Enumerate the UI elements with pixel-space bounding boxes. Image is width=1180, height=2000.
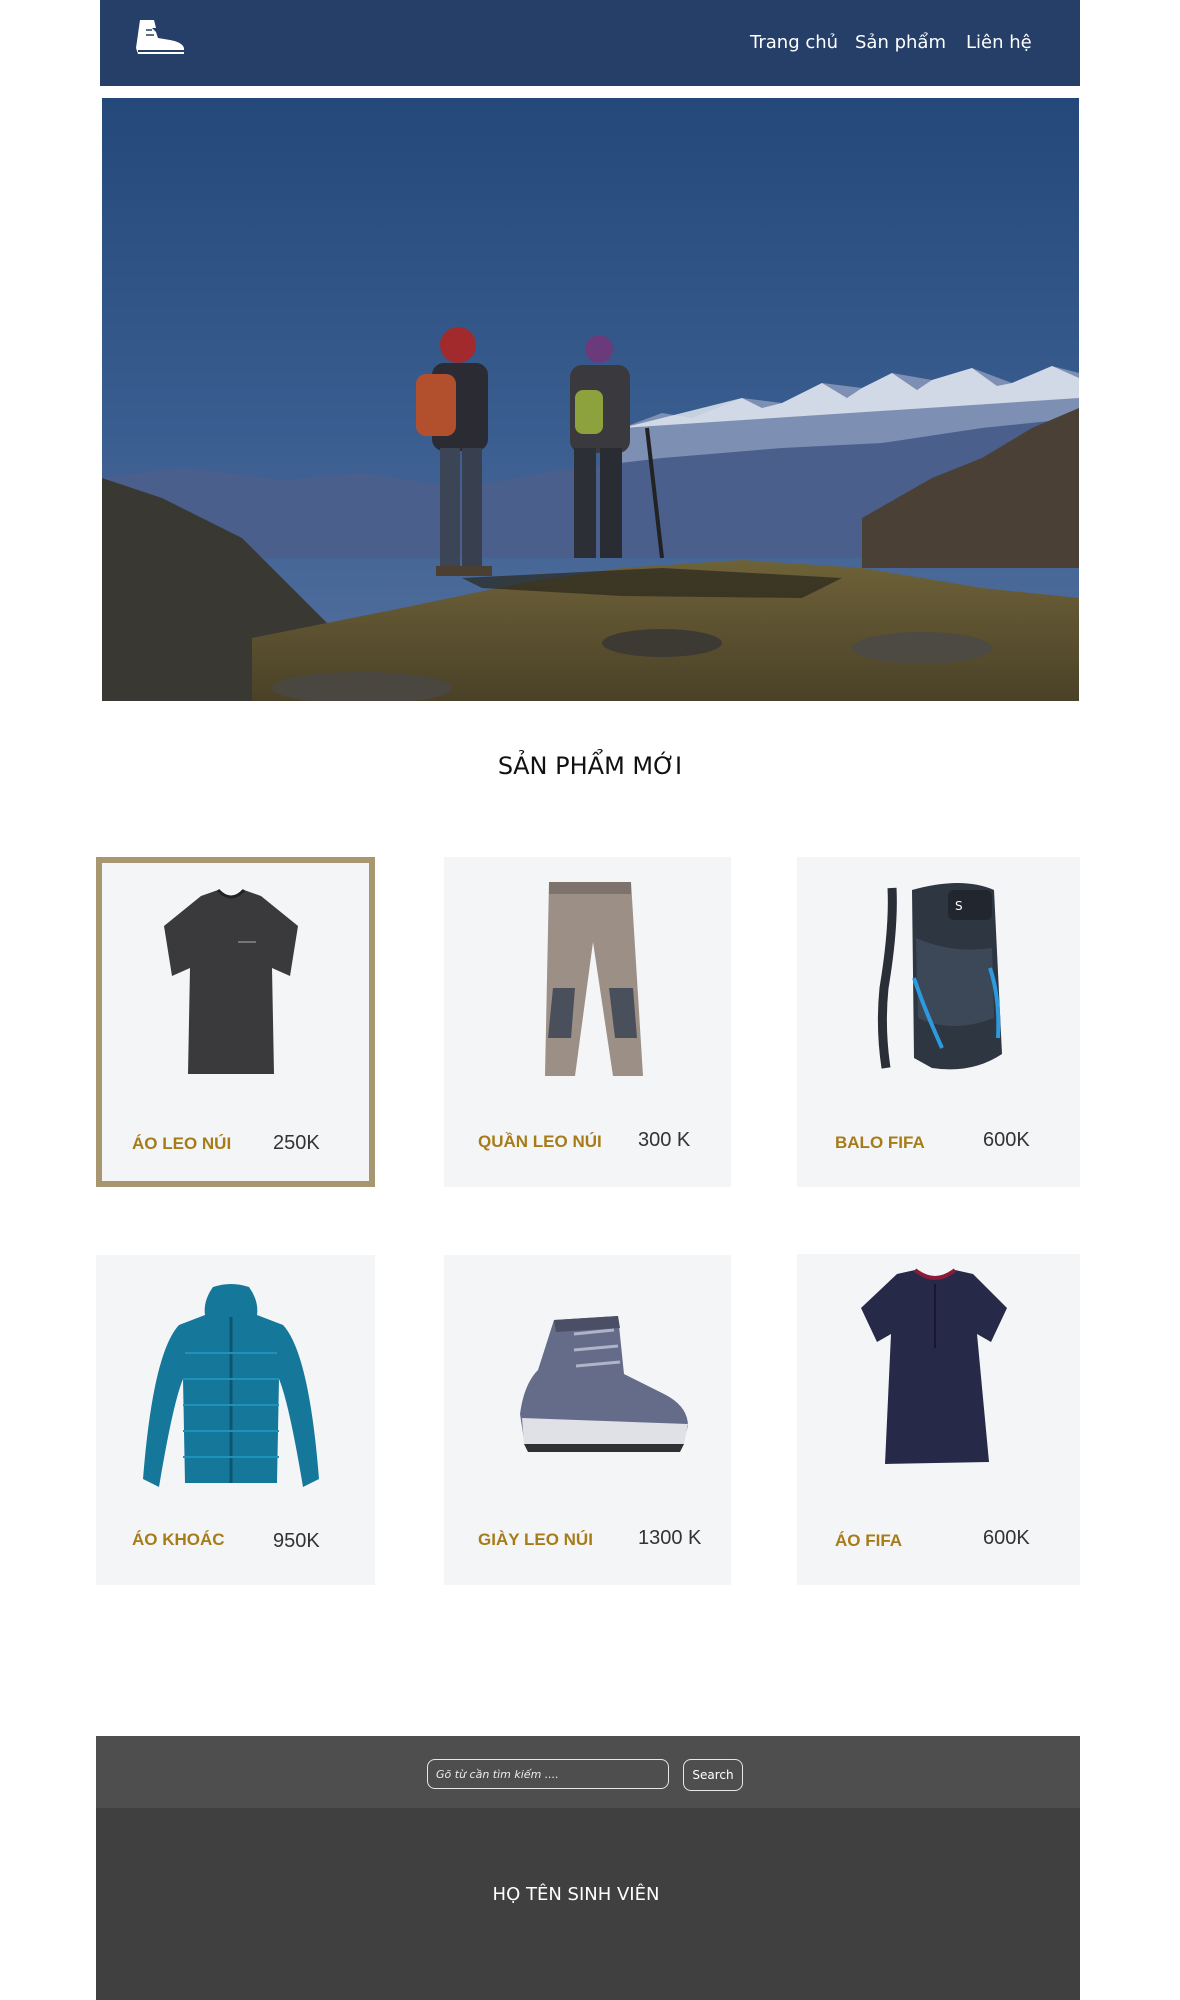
backpack-icon: S bbox=[862, 868, 1012, 1082]
product-price-2: 300 K bbox=[638, 1129, 691, 1151]
product-name-2: QUẦN LEO NÚI bbox=[478, 1132, 602, 1151]
pants-icon bbox=[535, 878, 655, 1086]
search-input[interactable] bbox=[427, 1759, 669, 1789]
tshirt-icon bbox=[156, 884, 306, 1084]
jacket-icon bbox=[133, 1283, 329, 1497]
nav-products[interactable]: Sản phẩm bbox=[855, 32, 946, 53]
hero-hikers-image bbox=[102, 98, 1079, 701]
product-name-4: ÁO KHOÁC bbox=[132, 1530, 225, 1549]
womens-shirt-icon bbox=[857, 1268, 1011, 1472]
product-price-4: 950K bbox=[273, 1530, 320, 1552]
section-title: SẢN PHẨM MỚI bbox=[497, 752, 683, 780]
product-price-5: 1300 K bbox=[638, 1527, 702, 1549]
product-name-3: BALO FIFA bbox=[835, 1133, 925, 1152]
footer-student-name: HỌ TÊN SINH VIÊN bbox=[492, 1884, 660, 1905]
product-price-6: 600K bbox=[983, 1527, 1030, 1549]
hiking-boot-icon bbox=[514, 1314, 692, 1458]
search-button[interactable]: Search bbox=[683, 1759, 743, 1791]
nav-home[interactable]: Trang chủ bbox=[750, 32, 838, 53]
nav-contact[interactable]: Liên hệ bbox=[966, 32, 1032, 53]
product-name-5: GIÀY LEO NÚI bbox=[478, 1530, 593, 1549]
product-price-3: 600K bbox=[983, 1129, 1030, 1151]
hiking-boot-icon[interactable] bbox=[132, 18, 188, 58]
product-name-6: ÁO FIFA bbox=[835, 1531, 903, 1550]
product-name-1: ÁO LEO NÚI bbox=[132, 1134, 232, 1153]
product-price-1: 250K bbox=[273, 1132, 320, 1154]
svg-text:S: S bbox=[955, 899, 963, 913]
